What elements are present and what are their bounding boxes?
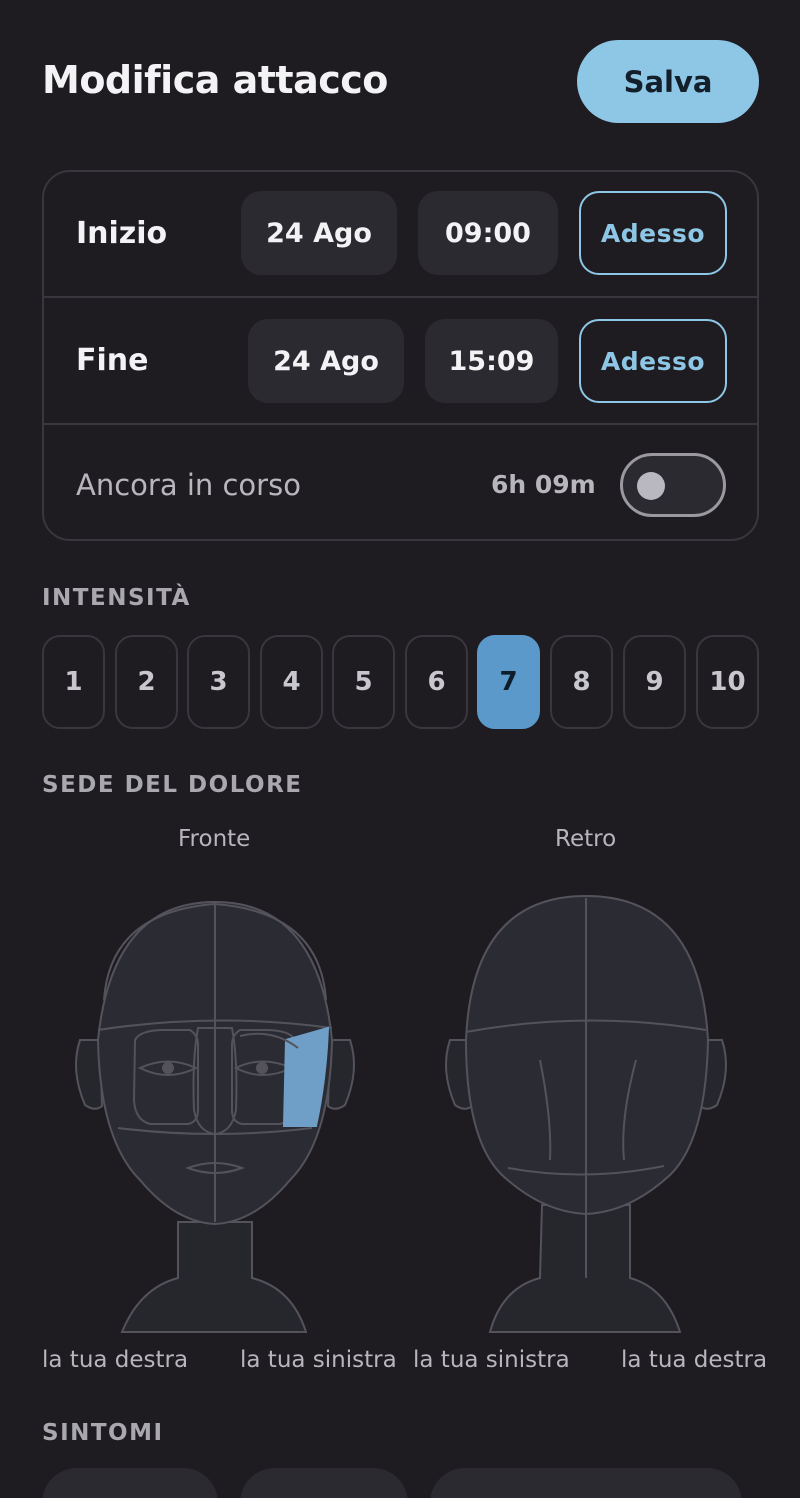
end-time-button[interactable]: 15:09 (425, 319, 558, 403)
start-date-button[interactable]: 24 Ago (241, 191, 397, 275)
intensity-level[interactable]: 9 (623, 635, 686, 729)
back-head[interactable] (445, 894, 727, 1333)
end-now-button[interactable]: Adesso (579, 319, 727, 403)
front-head[interactable] (75, 900, 355, 1333)
head-diagrams (75, 894, 727, 1333)
front-left-side-label: la tua destra (42, 1347, 189, 1373)
ongoing-toggle[interactable] (620, 453, 726, 517)
divider (44, 296, 757, 298)
ongoing-label: Ancora in corso (76, 468, 301, 502)
end-date-button[interactable]: 24 Ago (248, 319, 404, 403)
duration-text: 6h 09m (491, 470, 596, 499)
toggle-knob (637, 472, 665, 500)
time-card: Inizio 24 Ago 09:00 Adesso Fine 24 Ago 1… (42, 170, 759, 541)
pain-location-title: SEDE DEL DOLORE (42, 772, 303, 798)
intensity-level[interactable]: 10 (696, 635, 759, 729)
back-view-label: Retro (555, 826, 617, 852)
intensity-level[interactable]: 3 (187, 635, 250, 729)
divider (44, 423, 757, 425)
intensity-title: INTENSITÀ (42, 585, 191, 611)
back-left-side-label: la tua sinistra (413, 1347, 570, 1373)
page-title: Modifica attacco (42, 58, 388, 102)
intensity-level[interactable]: 4 (260, 635, 323, 729)
start-time-button[interactable]: 09:00 (418, 191, 558, 275)
symptom-chip[interactable] (430, 1468, 742, 1498)
front-right-side-label: la tua sinistra (240, 1347, 397, 1373)
back-right-side-label: la tua destra (621, 1347, 768, 1373)
intensity-level[interactable]: 5 (332, 635, 395, 729)
start-label: Inizio (76, 216, 168, 251)
symptom-chip[interactable] (240, 1468, 408, 1498)
intensity-level-selected[interactable]: 7 (477, 635, 540, 729)
intensity-level[interactable]: 2 (115, 635, 178, 729)
intensity-scale: 1 2 3 4 5 6 7 8 9 10 (42, 635, 759, 729)
intensity-level[interactable]: 8 (550, 635, 613, 729)
end-label: Fine (76, 343, 149, 378)
intensity-level[interactable]: 6 (405, 635, 468, 729)
symptoms-title: SINTOMI (42, 1420, 164, 1446)
intensity-level[interactable]: 1 (42, 635, 105, 729)
front-view-label: Fronte (178, 826, 251, 852)
start-now-button[interactable]: Adesso (579, 191, 727, 275)
symptom-chip[interactable] (42, 1468, 218, 1498)
save-button[interactable]: Salva (577, 40, 759, 123)
